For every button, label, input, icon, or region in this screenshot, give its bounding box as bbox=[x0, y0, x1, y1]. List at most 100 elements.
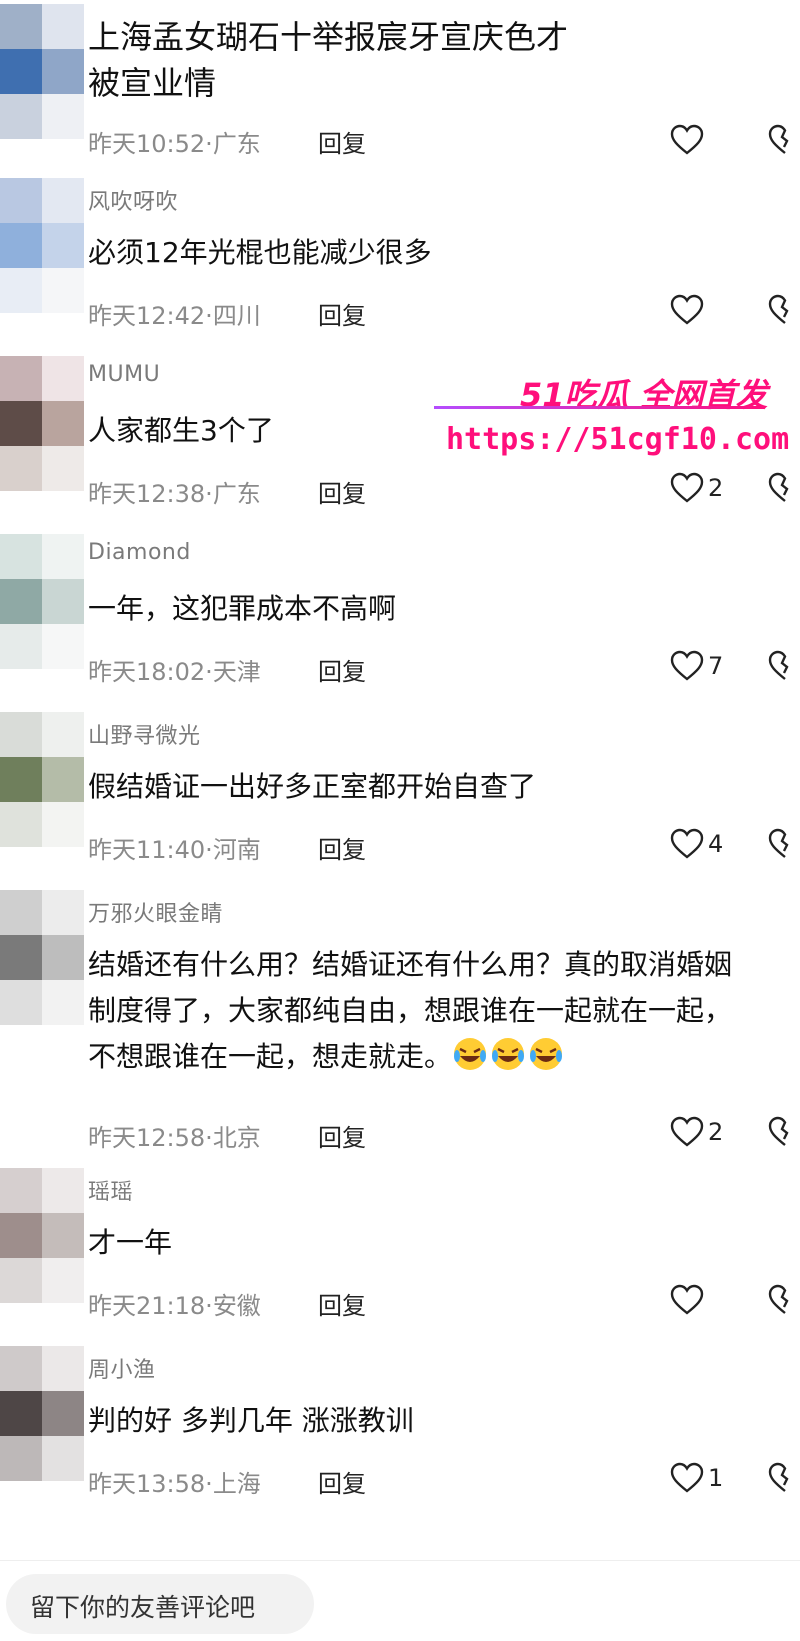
dislike-button[interactable] bbox=[768, 1462, 800, 1494]
dislike-button[interactable] bbox=[768, 650, 800, 682]
comment-time: 昨天12:42 bbox=[88, 302, 206, 330]
broken-heart-icon bbox=[768, 828, 800, 860]
comment-text: 上海孟女瑚石十举报宸牙宣庆色才 被宣业情 bbox=[88, 18, 569, 102]
laughing-crying-emoji bbox=[490, 1038, 528, 1073]
comment-author[interactable]: 瑶瑶 bbox=[88, 1174, 133, 1206]
heart-outline-icon bbox=[670, 828, 704, 860]
comment-region: 广东 bbox=[212, 480, 261, 508]
like-count: 4 bbox=[708, 830, 724, 858]
comment-region: 安徽 bbox=[212, 1292, 261, 1320]
watermark-url: https://51cgf10.com bbox=[446, 422, 790, 457]
broken-heart-icon bbox=[768, 1116, 800, 1148]
dislike-button[interactable] bbox=[768, 828, 800, 860]
comment-region: 天津 bbox=[212, 658, 261, 686]
comment-time: 昨天18:02 bbox=[88, 658, 206, 686]
comment-item: Diamond 一年，这犯罪成本不高啊 昨天18:02·天津 回复 7 bbox=[0, 534, 800, 704]
comment-text: 才一年 bbox=[88, 1226, 173, 1259]
comment-region: 河南 bbox=[212, 836, 261, 864]
avatar[interactable] bbox=[0, 534, 84, 670]
like-button[interactable]: 1 bbox=[670, 1462, 723, 1494]
comment-meta: 昨天12:38·广东 bbox=[88, 480, 261, 508]
comment-meta: 昨天12:58·北京 bbox=[88, 1124, 261, 1152]
laughing-crying-emoji bbox=[452, 1038, 490, 1073]
watermark: 51吃瓜 全网首发 https://51cgf10.com bbox=[434, 366, 789, 466]
comment-item: 万邪火眼金睛 结婚还有什么用？结婚证还有什么用？真的取消婚姻 制度得了，大家都纯… bbox=[0, 890, 800, 1160]
heart-outline-icon bbox=[670, 1462, 704, 1494]
heart-outline-icon bbox=[670, 124, 704, 156]
avatar[interactable] bbox=[0, 1168, 84, 1304]
like-button[interactable]: 2 bbox=[670, 472, 723, 504]
comment-meta: 昨天10:52·广东 bbox=[88, 130, 261, 158]
avatar[interactable] bbox=[0, 356, 84, 492]
comment-text: 结婚还有什么用？结婚证还有什么用？真的取消婚姻 制度得了，大家都纯自由，想跟谁在… bbox=[88, 942, 788, 1080]
comment-author[interactable]: MUMU bbox=[88, 362, 160, 387]
comment-region: 广东 bbox=[212, 130, 261, 158]
comment-time: 昨天10:52 bbox=[88, 130, 206, 158]
comment-time: 昨天13:58 bbox=[88, 1470, 206, 1498]
comment-item: 瑶瑶 才一年 昨天21:18·安徽 回复 bbox=[0, 1168, 800, 1338]
like-button[interactable] bbox=[670, 1284, 708, 1316]
reply-button[interactable]: 回复 bbox=[318, 124, 366, 159]
like-button[interactable]: 2 bbox=[670, 1116, 723, 1148]
reply-button[interactable]: 回复 bbox=[318, 1464, 366, 1499]
broken-heart-icon bbox=[768, 124, 800, 156]
comment-time: 昨天11:40 bbox=[88, 836, 206, 864]
heart-outline-icon bbox=[670, 294, 704, 326]
like-count: 2 bbox=[708, 1118, 724, 1146]
reply-button[interactable]: 回复 bbox=[318, 652, 366, 687]
like-button[interactable] bbox=[670, 124, 708, 156]
comment-meta: 昨天12:42·四川 bbox=[88, 302, 261, 330]
avatar[interactable] bbox=[0, 178, 84, 314]
like-button[interactable]: 7 bbox=[670, 650, 723, 682]
dislike-button[interactable] bbox=[768, 1284, 800, 1316]
comment-region: 北京 bbox=[212, 1124, 261, 1152]
comment-text: 一年，这犯罪成本不高啊 bbox=[88, 592, 397, 625]
avatar[interactable] bbox=[0, 4, 84, 140]
comment-text: 假结婚证一出好多正室都开始自查了 bbox=[88, 770, 537, 803]
comment-time: 昨天12:58 bbox=[88, 1124, 206, 1152]
comment-author[interactable]: Diamond bbox=[88, 540, 191, 565]
heart-outline-icon bbox=[670, 650, 704, 682]
comment-text: 判的好 多判几年 涨涨教训 bbox=[88, 1404, 414, 1437]
watermark-line bbox=[434, 406, 764, 409]
dislike-button[interactable] bbox=[768, 294, 800, 326]
comment-author[interactable]: 风吹呀吹 bbox=[88, 184, 178, 216]
comment-input-placeholder: 留下你的友善评论吧 bbox=[30, 1593, 256, 1622]
dislike-button[interactable] bbox=[768, 124, 800, 156]
comment-author[interactable]: 山野寻微光 bbox=[88, 718, 201, 750]
like-count: 7 bbox=[708, 652, 724, 680]
comment-region: 上海 bbox=[212, 1470, 261, 1498]
broken-heart-icon bbox=[768, 472, 800, 504]
comment-text: 必须12年光棍也能减少很多 bbox=[88, 236, 432, 269]
avatar[interactable] bbox=[0, 1346, 84, 1482]
comment-meta: 昨天21:18·安徽 bbox=[88, 1292, 261, 1320]
divider bbox=[0, 1560, 800, 1561]
comment-item: 周小渔 判的好 多判几年 涨涨教训 昨天13:58·上海 回复 1 bbox=[0, 1346, 800, 1516]
avatar[interactable] bbox=[0, 712, 84, 848]
avatar[interactable] bbox=[0, 890, 84, 1026]
reply-button[interactable]: 回复 bbox=[318, 474, 366, 509]
broken-heart-icon bbox=[768, 1284, 800, 1316]
reply-button[interactable]: 回复 bbox=[318, 1118, 366, 1153]
comment-input[interactable]: 留下你的友善评论吧 bbox=[6, 1574, 314, 1634]
comment-author[interactable]: 万邪火眼金睛 bbox=[88, 896, 223, 928]
comment-meta: 昨天13:58·上海 bbox=[88, 1470, 261, 1498]
broken-heart-icon bbox=[768, 294, 800, 326]
heart-outline-icon bbox=[670, 472, 704, 504]
like-button[interactable] bbox=[670, 294, 708, 326]
reply-button[interactable]: 回复 bbox=[318, 296, 366, 331]
broken-heart-icon bbox=[768, 650, 800, 682]
heart-outline-icon bbox=[670, 1284, 704, 1316]
comment-item: 风吹呀吹 必须12年光棍也能减少很多 昨天12:42·四川 回复 bbox=[0, 178, 800, 348]
comment-item: 山野寻微光 假结婚证一出好多正室都开始自查了 昨天11:40·河南 回复 4 bbox=[0, 712, 800, 882]
reply-button[interactable]: 回复 bbox=[318, 1286, 366, 1321]
comment-author[interactable]: 周小渔 bbox=[88, 1352, 156, 1384]
comment-meta: 昨天18:02·天津 bbox=[88, 658, 261, 686]
comment-time: 昨天21:18 bbox=[88, 1292, 206, 1320]
like-button[interactable]: 4 bbox=[670, 828, 723, 860]
dislike-button[interactable] bbox=[768, 1116, 800, 1148]
comment-item: 上海孟女瑚石十举报宸牙宣庆色才 被宣业情 昨天10:52·广东 回复 bbox=[0, 0, 800, 170]
dislike-button[interactable] bbox=[768, 472, 800, 504]
reply-button[interactable]: 回复 bbox=[318, 830, 366, 865]
heart-outline-icon bbox=[670, 1116, 704, 1148]
